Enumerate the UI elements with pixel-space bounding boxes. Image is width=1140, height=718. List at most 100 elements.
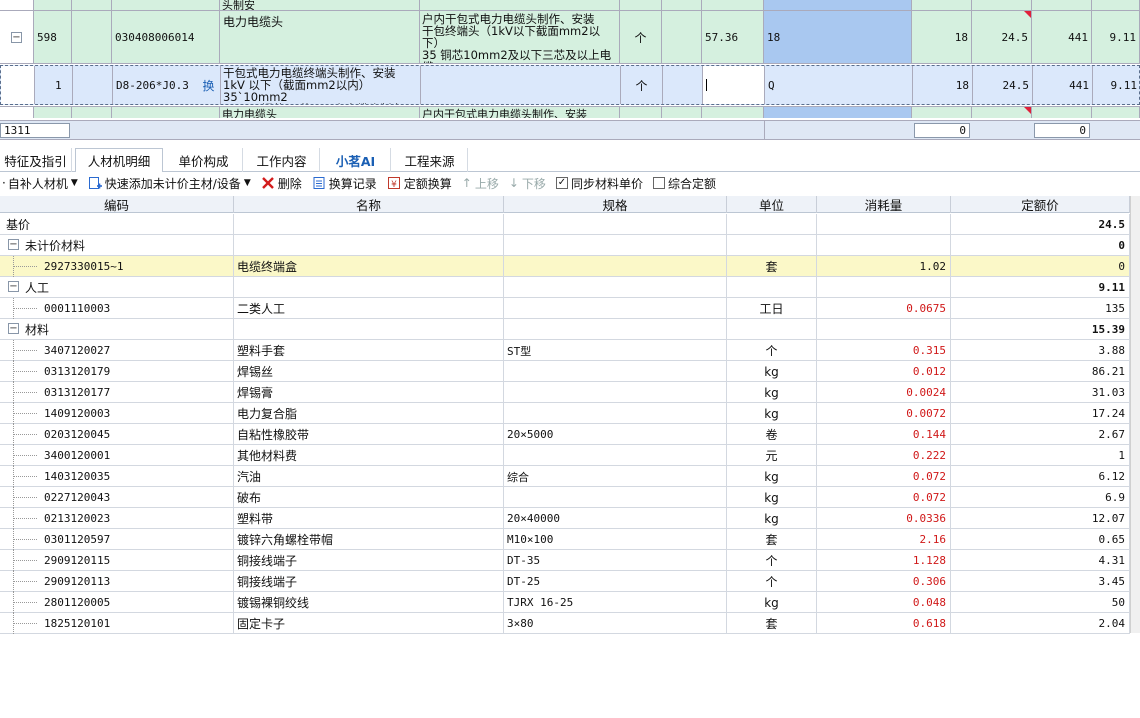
material-unit: 个 xyxy=(727,571,817,592)
group-row[interactable]: − 材料 15.39 xyxy=(0,319,1130,340)
col-price[interactable]: 定额价 xyxy=(951,196,1130,213)
tab-labor-material-machine[interactable]: 人材机明细 xyxy=(75,148,163,173)
group-row[interactable]: − 人工 9.11 xyxy=(0,277,1130,298)
checkbox-checked-icon: ✓ xyxy=(555,177,568,189)
table-row[interactable]: 2927330015~1 电缆终端盒 套 1.02 0 xyxy=(0,256,1130,277)
price-text: 31.03 xyxy=(1091,386,1125,399)
swap-badge-icon[interactable]: 换 xyxy=(197,66,221,104)
table-row[interactable]: 0301120597 镀锌六角螺栓带帽 M10×100 套 2.16 0.65 xyxy=(0,529,1130,550)
price-text: 2.67 xyxy=(1098,428,1126,441)
code-text: 1403120035 xyxy=(44,470,111,483)
name-text: 固定卡子 xyxy=(237,617,286,631)
table-row-598[interactable]: − 598 030408006014 电力电缆头 户内干包式电力电缆头制作、安装… xyxy=(0,10,1140,64)
quota-swap-button[interactable]: ¥ 定额换算 xyxy=(387,175,452,192)
table-row[interactable]: 0203120045 自粘性橡胶带 20×5000 卷 0.144 2.67 xyxy=(0,424,1130,445)
table-row[interactable]: 0001110003 二类人工 工日 0.0675 135 xyxy=(0,298,1130,319)
item-unit: 个 xyxy=(620,11,662,63)
tree-line xyxy=(13,497,37,498)
tab-features[interactable]: 特征及指引 xyxy=(0,148,72,172)
name-text: 其他材料费 xyxy=(237,449,298,463)
item-quantity-expr[interactable]: 18 xyxy=(764,11,912,63)
material-name: 电缆终端盒 xyxy=(234,256,504,277)
table-row[interactable]: 0213120023 塑料带 20×40000 kg 0.0336 12.07 xyxy=(0,508,1130,529)
tab-unit-price[interactable]: 单价构成 xyxy=(165,148,243,172)
quota-unit: 个 xyxy=(621,66,663,104)
material-name: 塑料带 xyxy=(234,508,504,529)
table-row[interactable]: 3407120027 塑料手套 ST型 个 0.315 3.88 xyxy=(0,340,1130,361)
name-text: 铜接线端子 xyxy=(237,554,298,568)
move-up-button[interactable]: ↑ 上移 xyxy=(462,175,499,192)
move-down-label: 下移 xyxy=(521,176,546,191)
delete-button[interactable]: 删除 xyxy=(261,175,302,192)
col-spec[interactable]: 规格 xyxy=(504,196,727,213)
tab-work-content[interactable]: 工作内容 xyxy=(244,148,320,172)
table-row[interactable]: 1825120101 固定卡子 3×80 套 0.618 2.04 xyxy=(0,613,1130,634)
table-row-quota[interactable]: 1 D8-206*J0.3 换 干包式电力电缆终端头制作、安装 1kV 以下（截… xyxy=(0,65,1140,105)
material-code: 3400120001 xyxy=(0,445,234,466)
collapse-toggle-icon[interactable]: − xyxy=(8,323,19,334)
code-text: 0001110003 xyxy=(44,302,111,315)
qty-text: 2.16 xyxy=(919,533,947,546)
unit-text: 卷 xyxy=(765,428,778,442)
price-text: 1 xyxy=(1118,449,1125,462)
name-text: 二类人工 xyxy=(237,302,286,316)
record-list-icon xyxy=(312,176,326,190)
name-text: 镀锌六角螺栓带帽 xyxy=(237,533,334,547)
table-row[interactable]: 2909120115 铜接线端子 DT-35 个 1.128 4.31 xyxy=(0,550,1130,571)
table-row[interactable]: 头制安 xyxy=(0,0,1140,10)
swap-record-button[interactable]: 换算记录 xyxy=(312,175,377,192)
unit-text: 套 xyxy=(765,533,778,547)
tab-ai[interactable]: 小茗AI xyxy=(321,148,391,172)
group-row[interactable]: 基价 24.5 xyxy=(0,214,1130,235)
material-quantity: 0.048 xyxy=(817,592,951,613)
name-text: 电缆终端盒 xyxy=(237,260,298,274)
qty-text: 0.222 xyxy=(912,449,946,462)
tab-project-source[interactable]: 工程来源 xyxy=(392,148,468,172)
collapse-toggle-icon[interactable]: − xyxy=(8,281,19,292)
material-code: 0313120177 xyxy=(0,382,234,403)
table-row[interactable]: 0227120043 破布 kg 0.072 6.9 xyxy=(0,487,1130,508)
collapse-toggle-icon[interactable]: − xyxy=(8,239,19,250)
code-text: 2909120115 xyxy=(44,554,111,567)
table-row[interactable]: 2909120113 铜接线端子 DT-25 个 0.306 3.45 xyxy=(0,571,1130,592)
table-row[interactable]: 0313120177 焊锡膏 kg 0.0024 31.03 xyxy=(0,382,1130,403)
table-row[interactable]: 3400120001 其他材料费 元 0.222 1 xyxy=(0,445,1130,466)
material-name: 铜接线端子 xyxy=(234,571,504,592)
unit-text: 个 xyxy=(765,575,778,589)
material-price: 15.39 xyxy=(951,319,1130,340)
partial-name: 头制安 xyxy=(220,0,420,10)
group-row[interactable]: − 未计价材料 0 xyxy=(0,235,1130,256)
table-row[interactable]: 电力电缆头 户内干包式电力电缆头制作、安装 xyxy=(0,106,1140,118)
material-spec: M10×100 xyxy=(504,529,727,550)
table-row[interactable]: 1403120035 汽油 综合 kg 0.072 6.12 xyxy=(0,466,1130,487)
material-unit: kg xyxy=(727,382,817,403)
quota-quantity-expr[interactable]: Q xyxy=(765,66,913,104)
col-code[interactable]: 编码 xyxy=(0,196,234,213)
qty-text: 0.0675 xyxy=(906,302,946,315)
material-price: 1 xyxy=(951,445,1130,466)
table-row[interactable]: 2801120005 镀锡裸铜绞线 TJRX 16-25 kg 0.048 50 xyxy=(0,592,1130,613)
table-row[interactable]: 1409120003 电力复合脂 kg 0.0072 17.24 xyxy=(0,403,1130,424)
quantity-input[interactable] xyxy=(703,66,765,104)
qty-text: 0.072 xyxy=(912,491,946,504)
sync-price-checkbox[interactable]: ✓ 同步材料单价 xyxy=(555,175,643,192)
col-quantity[interactable]: 消耗量 xyxy=(817,196,951,213)
spec-text: DT-35 xyxy=(507,554,541,567)
table-row[interactable]: 0313120179 焊锡丝 kg 0.012 86.21 xyxy=(0,361,1130,382)
code-text: 0313120179 xyxy=(44,365,111,378)
quick-add-button[interactable]: 快速添加未计价主材/设备 ▼ xyxy=(88,175,251,192)
add-rcj-dropdown[interactable]: · 自补人材机 ▼ xyxy=(2,175,78,192)
collapse-toggle-icon[interactable]: − xyxy=(11,31,22,43)
spec-text: 20×5000 xyxy=(507,428,554,441)
code-text: 1409120003 xyxy=(44,407,111,420)
item-description: 户内干包式电力电缆头制作、安装 干包终端头（1kV以下截面mm2以下） 35 铜… xyxy=(420,11,620,63)
move-down-button[interactable]: ↓ 下移 xyxy=(509,175,546,192)
col-unit[interactable]: 单位 xyxy=(727,196,817,213)
qty-text: 0.0072 xyxy=(906,407,946,420)
vertical-scrollbar[interactable] xyxy=(1130,196,1140,633)
col-name[interactable]: 名称 xyxy=(234,196,504,213)
tree-line xyxy=(13,308,37,309)
combined-quota-checkbox[interactable]: 综合定额 xyxy=(652,175,716,192)
material-spec: ST型 xyxy=(504,340,727,361)
unit-text: 个 xyxy=(765,344,778,358)
